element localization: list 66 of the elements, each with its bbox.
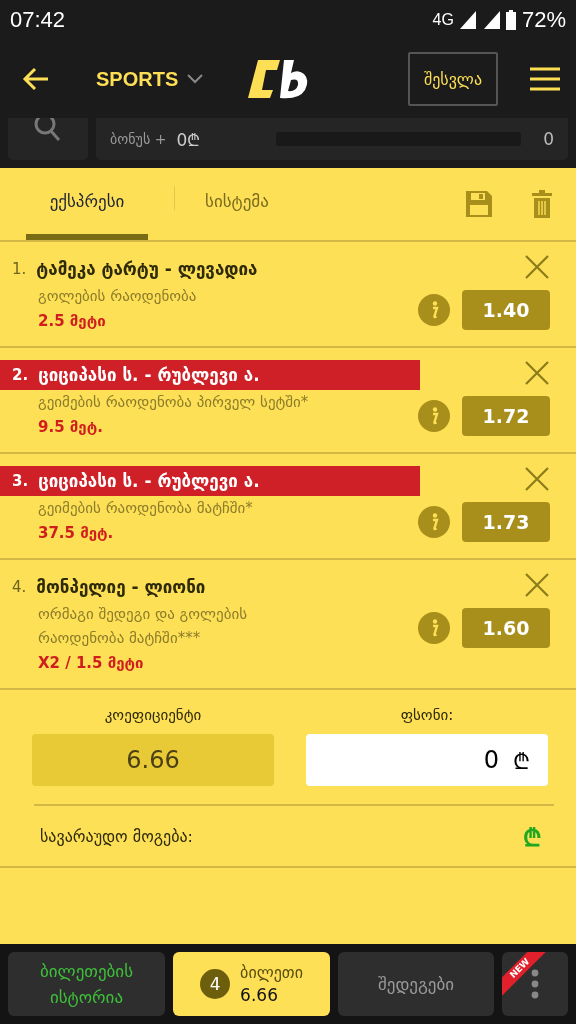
- ticket-label: ბილეთი: [240, 962, 303, 984]
- signal-icon: [459, 11, 500, 29]
- bonus-label: ბონუს +: [110, 131, 167, 147]
- bet-number: 1.: [12, 260, 27, 278]
- stake-label: ფსონი:: [399, 706, 455, 724]
- bet-number: 3.: [12, 472, 29, 490]
- odds-button[interactable]: 1.73: [462, 502, 550, 542]
- info-icon[interactable]: [418, 612, 450, 644]
- info-icon[interactable]: [418, 506, 450, 538]
- status-time: 07:42: [10, 7, 66, 33]
- menu-icon[interactable]: [530, 67, 560, 91]
- match-name: ტამეკა ტარტუ - ლევადია: [36, 259, 258, 279]
- match-name: ციციპასი ს. - რუბლევი ა.: [38, 471, 260, 491]
- coefficient-label: კოეფიციენტი: [103, 706, 203, 724]
- remove-bet-button[interactable]: [524, 466, 550, 492]
- battery-percent: 72%: [521, 7, 566, 33]
- close-icon: [524, 466, 550, 492]
- bet-pick: 9.5 მეტ.: [37, 417, 104, 438]
- market-name: გეიმების რაოდენობა მატჩში*: [37, 498, 254, 519]
- bonus-amount: 0₾: [176, 128, 201, 151]
- save-icon: [466, 191, 492, 217]
- coefficient-value: 6.66: [32, 734, 274, 786]
- history-tab[interactable]: ბილეთების ისტორია: [8, 952, 165, 1016]
- bet-pick: 37.5 მეტ.: [37, 523, 115, 544]
- info-icon[interactable]: [418, 400, 450, 432]
- chevron-down-icon[interactable]: [186, 73, 205, 85]
- remove-bet-button[interactable]: [524, 360, 550, 386]
- save-button[interactable]: [466, 191, 492, 217]
- info-icon[interactable]: [418, 294, 450, 326]
- search-icon: [33, 118, 63, 144]
- close-icon: [524, 572, 550, 598]
- odds-button[interactable]: 1.72: [462, 396, 550, 436]
- search-button[interactable]: [8, 118, 88, 160]
- delete-button[interactable]: [532, 190, 552, 218]
- ticket-odds: 6.66: [240, 984, 278, 1006]
- more-vertical-icon: [531, 969, 539, 999]
- back-arrow-icon[interactable]: [22, 67, 50, 91]
- results-tab[interactable]: შედეგები: [338, 952, 494, 1016]
- sport-selector[interactable]: SPORTS: [96, 67, 179, 91]
- bet-type-tab[interactable]: სისტემა: [197, 168, 277, 240]
- potential-win-currency: ₾: [523, 822, 542, 853]
- network-label: 4G: [432, 11, 454, 29]
- close-icon: [524, 360, 550, 386]
- remove-bet-button[interactable]: [524, 254, 550, 280]
- odds-button[interactable]: 1.40: [462, 290, 550, 330]
- battery-icon: [505, 10, 516, 30]
- ticket-tab[interactable]: 4 ბილეთი 6.66: [173, 952, 330, 1016]
- ticket-count-badge: 4: [200, 969, 231, 999]
- bet-number: 4.: [12, 578, 27, 596]
- login-button[interactable]: შესვლა: [407, 52, 498, 106]
- market-name: გეიმების რაოდენობა პირველ სეტში*: [37, 392, 310, 413]
- match-name: ციციპასი ს. - რუბლევი ა.: [38, 365, 260, 385]
- market-name: ორმაგი შედეგი და გოლების რაოდენობა მატჩში***: [37, 604, 249, 649]
- bet-pick: 2.5 მეტი: [37, 311, 107, 332]
- odds-button[interactable]: 1.60: [462, 608, 550, 648]
- close-icon: [524, 254, 550, 280]
- match-name: მონპელიე - ლიონი: [36, 577, 206, 597]
- bet-type-tab[interactable]: ექსპრესი: [26, 168, 148, 240]
- bonus-count: 0: [543, 129, 554, 149]
- bet-number: 2.: [12, 366, 29, 384]
- potential-win-label: სავარაუდო მოგება:: [40, 826, 193, 846]
- market-name: გოლების რაოდენობა: [37, 286, 198, 307]
- trash-icon: [532, 190, 552, 218]
- remove-bet-button[interactable]: [524, 572, 550, 598]
- bet-pick: X2 / 1.5 მეტი: [37, 653, 145, 674]
- stake-input-field[interactable]: 0 ₾: [306, 734, 548, 786]
